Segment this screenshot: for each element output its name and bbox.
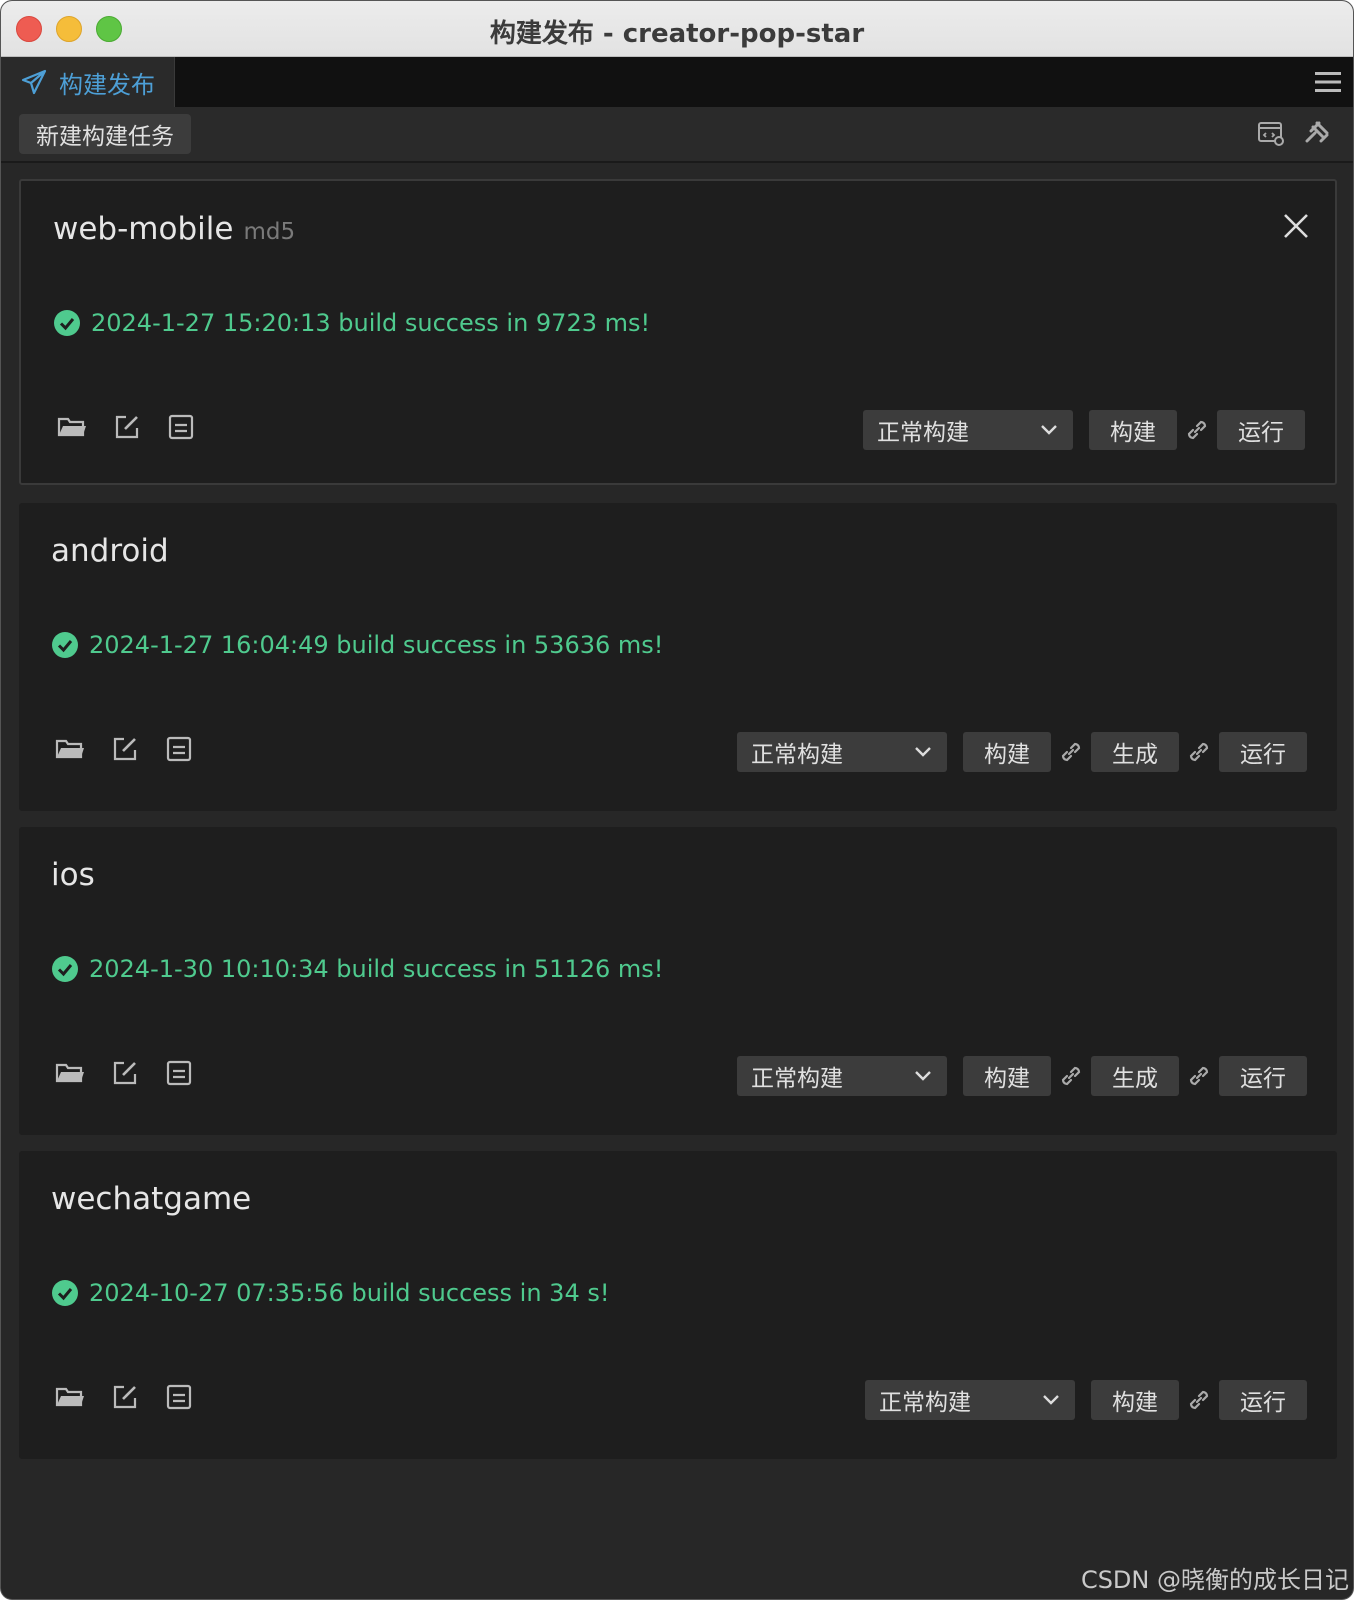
build-mode-select[interactable]: 正常构建 xyxy=(865,1380,1075,1420)
tab-build-publish[interactable]: 构建发布 xyxy=(1,57,175,107)
status-text: 2024-1-30 10:10:34 build success in 5112… xyxy=(89,955,664,983)
status-text: 2024-1-27 15:20:13 build success in 9723… xyxy=(91,309,651,337)
edit-icon[interactable] xyxy=(111,1059,139,1087)
open-folder-icon[interactable] xyxy=(57,413,87,439)
task-tag: md5 xyxy=(243,219,296,245)
task-actions xyxy=(57,413,195,441)
build-button[interactable]: 构建 xyxy=(1091,1380,1179,1420)
success-check-icon xyxy=(52,1280,78,1306)
success-check-icon xyxy=(52,956,78,982)
platform-name: android xyxy=(51,533,169,569)
task-controls: 正常构建 构建 生成 运行 xyxy=(737,1056,1307,1096)
edit-icon[interactable] xyxy=(111,735,139,763)
task-title: ios xyxy=(51,857,95,893)
task-actions xyxy=(55,1059,193,1087)
task-controls: 正常构建 构建 运行 xyxy=(865,1380,1307,1420)
platform-name: web-mobile xyxy=(53,211,234,247)
link-icon[interactable] xyxy=(1051,732,1091,772)
build-window: 构建发布 - creator-pop-star 构建发布 新建构建任务 web-… xyxy=(0,0,1354,1600)
task-title: android xyxy=(51,533,169,569)
log-icon[interactable] xyxy=(165,1383,193,1411)
log-icon[interactable] xyxy=(165,735,193,763)
build-task-card-ios: ios 2024-1-30 10:10:34 build success in … xyxy=(19,827,1337,1135)
close-icon[interactable] xyxy=(1283,213,1309,239)
run-button[interactable]: 运行 xyxy=(1217,410,1305,450)
success-check-icon xyxy=(54,310,80,336)
platform-name: ios xyxy=(51,857,95,893)
log-icon[interactable] xyxy=(167,413,195,441)
toolbar: 新建构建任务 xyxy=(1,107,1353,163)
open-folder-icon[interactable] xyxy=(55,735,85,761)
build-status: 2024-1-27 15:20:13 build success in 9723… xyxy=(53,309,650,337)
run-button[interactable]: 运行 xyxy=(1219,732,1307,772)
build-button[interactable]: 构建 xyxy=(963,732,1051,772)
link-icon[interactable] xyxy=(1179,732,1219,772)
success-check-icon xyxy=(52,632,78,658)
run-button[interactable]: 运行 xyxy=(1219,1056,1307,1096)
task-actions xyxy=(55,735,193,763)
make-button[interactable]: 生成 xyxy=(1091,1056,1179,1096)
build-button[interactable]: 构建 xyxy=(1089,410,1177,450)
chevron-down-icon xyxy=(1041,425,1057,435)
task-actions xyxy=(55,1383,193,1411)
open-folder-icon[interactable] xyxy=(55,1383,85,1409)
task-title: wechatgame xyxy=(51,1181,251,1217)
build-task-card-android: android 2024-1-27 16:04:49 build success… xyxy=(19,503,1337,811)
paper-plane-icon xyxy=(21,69,47,95)
link-icon[interactable] xyxy=(1177,410,1217,450)
build-mode-value: 正常构建 xyxy=(751,1066,843,1092)
open-folder-icon[interactable] xyxy=(55,1059,85,1085)
build-mode-value: 正常构建 xyxy=(879,1390,971,1416)
build-button[interactable]: 构建 xyxy=(963,1056,1051,1096)
edit-icon[interactable] xyxy=(111,1383,139,1411)
window-title: 构建发布 - creator-pop-star xyxy=(489,19,865,49)
tab-label: 构建发布 xyxy=(59,70,155,99)
task-title: web-mobile md5 xyxy=(53,211,295,247)
chevron-down-icon xyxy=(915,747,931,757)
platform-name: wechatgame xyxy=(51,1181,252,1217)
hamburger-menu-icon[interactable] xyxy=(1315,71,1341,93)
build-mode-value: 正常构建 xyxy=(877,420,969,446)
link-icon[interactable] xyxy=(1179,1056,1219,1096)
build-task-card-wechatgame: wechatgame 2024-10-27 07:35:56 build suc… xyxy=(19,1151,1337,1459)
status-text: 2024-10-27 07:35:56 build success in 34 … xyxy=(89,1279,610,1307)
task-controls: 正常构建 构建 生成 运行 xyxy=(737,732,1307,772)
make-button[interactable]: 生成 xyxy=(1091,732,1179,772)
build-mode-select[interactable]: 正常构建 xyxy=(863,410,1073,450)
link-icon[interactable] xyxy=(1051,1056,1091,1096)
build-status: 2024-1-27 16:04:49 build success in 5363… xyxy=(51,631,663,659)
build-status: 2024-10-27 07:35:56 build success in 34 … xyxy=(51,1279,609,1307)
build-mode-select[interactable]: 正常构建 xyxy=(737,1056,947,1096)
chevron-down-icon xyxy=(1043,1395,1059,1405)
edit-icon[interactable] xyxy=(113,413,141,441)
build-settings-icon[interactable] xyxy=(1257,119,1285,147)
build-mode-select[interactable]: 正常构建 xyxy=(737,732,947,772)
run-button[interactable]: 运行 xyxy=(1219,1380,1307,1420)
chevron-down-icon xyxy=(915,1071,931,1081)
build-mode-value: 正常构建 xyxy=(751,742,843,768)
watermark: CSDN @晓衡的成长日记 xyxy=(1080,1566,1349,1594)
build-template-icon[interactable] xyxy=(1303,119,1331,147)
status-text: 2024-1-27 16:04:49 build success in 5363… xyxy=(89,631,664,659)
task-controls: 正常构建 构建 运行 xyxy=(863,410,1305,450)
log-icon[interactable] xyxy=(165,1059,193,1087)
build-status: 2024-1-30 10:10:34 build success in 5112… xyxy=(51,955,663,983)
title-bar: 构建发布 - creator-pop-star xyxy=(1,1,1353,57)
new-build-task-button[interactable]: 新建构建任务 xyxy=(19,114,191,154)
tab-bar: 构建发布 xyxy=(1,57,1353,107)
build-task-card-web-mobile: web-mobile md5 2024-1-27 15:20:13 build … xyxy=(19,179,1337,485)
link-icon[interactable] xyxy=(1179,1380,1219,1420)
